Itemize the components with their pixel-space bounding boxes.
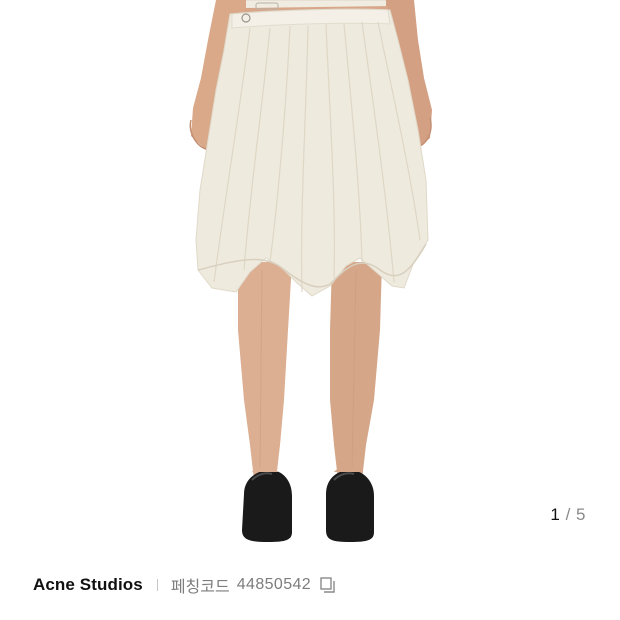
product-info-row: Acne Studios 페칭코드 44850542 xyxy=(33,572,338,598)
product-image-gallery[interactable]: 1 / 5 xyxy=(0,0,620,560)
fetching-code-value: 44850542 xyxy=(236,576,312,593)
brand-name[interactable]: Acne Studios xyxy=(33,575,143,595)
product-image[interactable] xyxy=(0,0,620,560)
copy-code-button[interactable] xyxy=(318,575,338,595)
copy-icon xyxy=(320,577,335,593)
skirt xyxy=(195,8,429,297)
divider xyxy=(156,579,158,591)
right-shoe xyxy=(326,470,374,542)
page-indicator: 1 / 5 xyxy=(550,505,586,525)
page-total: 5 xyxy=(576,505,586,524)
left-shoe xyxy=(242,470,292,542)
page-current: 1 xyxy=(550,505,561,524)
left-leg xyxy=(238,262,292,480)
page-separator: / xyxy=(565,505,571,524)
fetching-code-label: 페칭코드 xyxy=(170,579,230,596)
